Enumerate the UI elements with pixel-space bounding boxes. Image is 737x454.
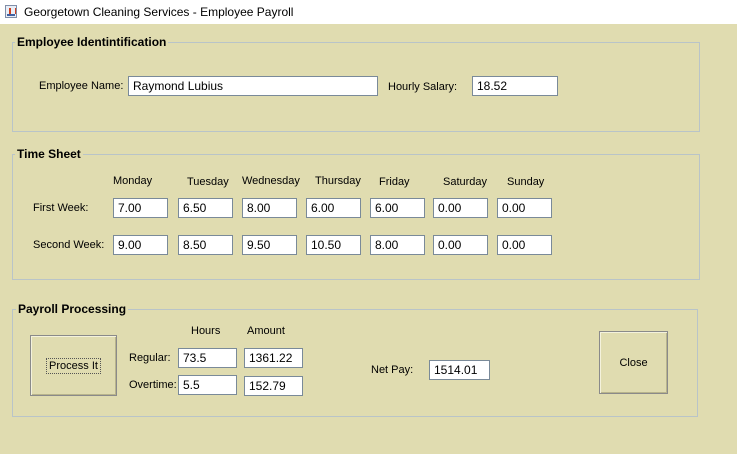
window-title: Georgetown Cleaning Services - Employee …	[24, 5, 294, 19]
first-week-thursday-field[interactable]	[306, 198, 361, 218]
process-it-button[interactable]: Process It	[30, 335, 117, 396]
title-bar: Georgetown Cleaning Services - Employee …	[0, 0, 737, 24]
day-header-sunday: Sunday	[507, 176, 545, 188]
close-button[interactable]: Close	[599, 331, 668, 394]
process-it-label: Process It	[46, 357, 101, 374]
employee-name-label: Employee Name:	[39, 80, 124, 92]
regular-amount-field[interactable]	[244, 348, 303, 368]
employee-identification-title: Employee Identintification	[15, 35, 169, 49]
overtime-hours-field[interactable]	[178, 375, 237, 395]
second-week-label: Second Week:	[33, 239, 105, 251]
regular-hours-field[interactable]	[178, 348, 237, 368]
second-week-saturday-field[interactable]	[433, 235, 488, 255]
second-week-wednesday-field[interactable]	[242, 235, 297, 255]
overtime-amount-field[interactable]	[244, 376, 303, 396]
hourly-salary-label: Hourly Salary:	[388, 81, 458, 93]
day-header-saturday: Saturday	[443, 176, 488, 188]
second-week-tuesday-field[interactable]	[178, 235, 233, 255]
time-sheet-title: Time Sheet	[15, 147, 83, 161]
first-week-tuesday-field[interactable]	[178, 198, 233, 218]
first-week-monday-field[interactable]	[113, 198, 168, 218]
day-header-friday: Friday	[379, 176, 410, 188]
regular-label: Regular:	[129, 352, 171, 364]
day-header-tuesday: Tuesday	[187, 176, 229, 188]
net-pay-field[interactable]	[429, 360, 490, 380]
amount-header: Amount	[247, 325, 285, 337]
day-header-wednesday: Wednesday	[242, 175, 300, 187]
employee-name-field[interactable]	[128, 76, 378, 96]
first-week-friday-field[interactable]	[370, 198, 425, 218]
net-pay-label: Net Pay:	[371, 364, 414, 376]
java-icon	[5, 5, 17, 18]
second-week-monday-field[interactable]	[113, 235, 168, 255]
payroll-processing-title: Payroll Processing	[16, 302, 129, 316]
second-week-thursday-field[interactable]	[306, 235, 361, 255]
close-button-label: Close	[619, 356, 648, 369]
hours-header: Hours	[191, 325, 221, 337]
second-week-sunday-field[interactable]	[497, 235, 552, 255]
first-week-label: First Week:	[33, 202, 89, 214]
hourly-salary-field[interactable]	[472, 76, 558, 96]
day-header-monday: Monday	[113, 175, 153, 187]
day-header-thursday: Thursday	[315, 175, 361, 187]
first-week-wednesday-field[interactable]	[242, 198, 297, 218]
overtime-label: Overtime:	[129, 379, 177, 391]
first-week-saturday-field[interactable]	[433, 198, 488, 218]
first-week-sunday-field[interactable]	[497, 198, 552, 218]
second-week-friday-field[interactable]	[370, 235, 425, 255]
